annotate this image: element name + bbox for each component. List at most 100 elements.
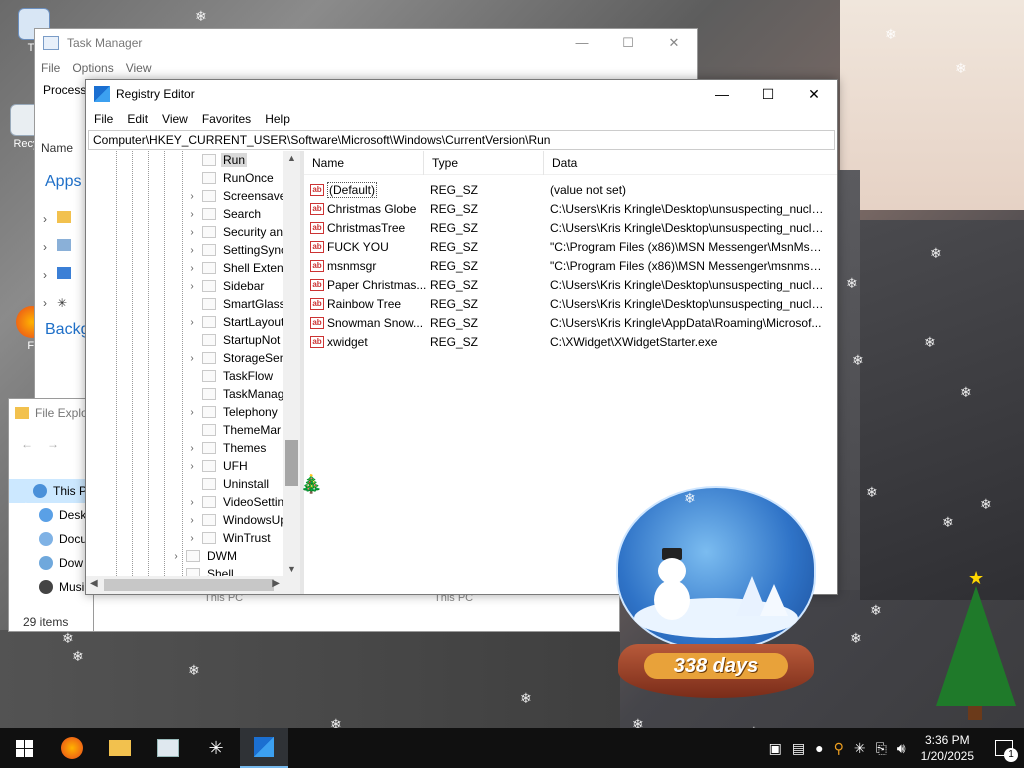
close-button[interactable]: ✕ (791, 80, 837, 108)
taskbar-task-manager[interactable] (144, 728, 192, 768)
scroll-down-icon[interactable]: ▼ (283, 564, 300, 574)
menu-view[interactable]: View (126, 61, 152, 75)
nav-music[interactable]: Musi (9, 575, 93, 599)
registry-value-row[interactable]: ab Snowman Snow... REG_SZ C:\Users\Kris Kri… (304, 313, 837, 332)
expand-chevron-icon[interactable]: › (186, 407, 198, 418)
menu-favorites[interactable]: Favorites (202, 112, 251, 126)
file-explorer-titlebar[interactable]: File Explo (9, 399, 93, 427)
tree-key-row[interactable]: › Screensave (186, 187, 288, 205)
tree-key-row[interactable]: TaskManag (186, 385, 286, 403)
expand-chevron-icon[interactable]: › (186, 227, 198, 238)
registry-value-row[interactable]: ab FUCK YOU REG_SZ "C:\Program Files (x86)\… (304, 237, 837, 256)
close-button[interactable]: ✕ (651, 35, 697, 51)
address-bar[interactable]: Computer\HKEY_CURRENT_USER\Software\Micr… (88, 130, 835, 150)
tree-key-row[interactable]: StartupNot (186, 331, 282, 349)
expand-chevron-icon[interactable]: › (186, 515, 198, 526)
tree-key-row[interactable]: › WinTrust (186, 529, 273, 547)
menu-help[interactable]: Help (265, 112, 290, 126)
expand-chevron-icon[interactable]: › (170, 551, 182, 562)
tree-key-row[interactable]: Uninstall (186, 475, 271, 493)
maximize-button[interactable]: ☐ (605, 35, 651, 51)
expand-chevron-icon[interactable]: › (43, 205, 71, 233)
notification-center-button[interactable]: 1 (984, 728, 1024, 768)
registry-value-row[interactable]: ab Paper Christmas... REG_SZ C:\Users\Kris … (304, 275, 837, 294)
tray-search-icon[interactable]: ⚲ (829, 740, 849, 757)
tree-horizontal-scrollbar[interactable]: ◀ ▶ (86, 576, 300, 594)
network-icon[interactable]: ⎘ (871, 740, 892, 757)
expand-chevron-icon[interactable]: › (186, 191, 198, 202)
christmas-tree-widget[interactable]: ★ (930, 568, 1020, 728)
scroll-left-icon[interactable]: ◀ (90, 578, 98, 589)
registry-editor-titlebar[interactable]: Registry Editor — ☐ ✕ (86, 80, 837, 108)
snow-globe-widget[interactable]: 338 days (614, 486, 818, 700)
start-button[interactable] (0, 728, 48, 768)
tree-vertical-scrollbar[interactable]: ▲ ▼ (283, 151, 300, 576)
tray-drop-icon[interactable]: ● (810, 740, 828, 756)
tree-key-row[interactable]: › UFH (186, 457, 250, 475)
tree-key-row[interactable]: › DWM (170, 547, 239, 565)
tree-key-row[interactable]: › Themes (186, 439, 268, 457)
tree-key-row[interactable]: › StartLayout (186, 313, 286, 331)
tree-key-row[interactable]: RunOnce (186, 169, 276, 187)
tree-key-row[interactable]: › VideoSettin (186, 493, 286, 511)
column-header-data[interactable]: Data (544, 151, 830, 175)
taskbar-firefox[interactable] (48, 728, 96, 768)
expand-chevron-icon[interactable]: › (43, 261, 71, 289)
minimize-button[interactable]: — (559, 35, 605, 51)
nav-downloads[interactable]: Dow (9, 551, 93, 575)
registry-value-row[interactable]: ab xwidget REG_SZ C:\XWidget\XWidgetStarter… (304, 332, 837, 351)
scrollbar-thumb[interactable] (285, 440, 298, 486)
expand-chevron-icon[interactable]: › (186, 245, 198, 256)
volume-icon[interactable]: 🔊︎ (892, 740, 911, 757)
tree-key-row[interactable]: SmartGlass (186, 295, 288, 313)
expand-chevron-icon[interactable]: › (186, 209, 198, 220)
back-arrow-icon[interactable]: ← (21, 437, 33, 451)
expand-chevron-icon[interactable]: › (186, 497, 198, 508)
tree-key-row[interactable]: › WindowsUp (186, 511, 289, 529)
expand-chevron-icon[interactable]: › (186, 461, 198, 472)
tray-printer-icon[interactable]: ▤ (787, 740, 810, 757)
minimize-button[interactable]: — (699, 80, 745, 108)
nav-documents[interactable]: Docu (9, 527, 93, 551)
expand-chevron-icon[interactable]: › (186, 263, 198, 274)
expand-chevron-icon[interactable]: › ✳ (43, 289, 71, 317)
tree-key-row[interactable]: TaskFlow (186, 367, 275, 385)
column-name[interactable]: Name (41, 141, 73, 155)
menu-edit[interactable]: Edit (127, 112, 148, 126)
tree-key-row[interactable]: ThemeMar (186, 421, 283, 439)
taskbar-snowflake-app[interactable]: ✳ (192, 728, 240, 768)
tree-key-row[interactable]: Run (186, 151, 248, 169)
registry-value-row[interactable]: ab msnmsgr REG_SZ "C:\Program Files (x86)\M… (304, 256, 837, 275)
registry-value-row[interactable]: ab ChristmasTree REG_SZ C:\Users\Kris Kring… (304, 218, 837, 237)
scrollbar-thumb[interactable] (104, 579, 274, 591)
tree-key-row[interactable]: › Shell Extens (186, 259, 292, 277)
tree-key-row[interactable]: › StorageSen (186, 349, 288, 367)
clock[interactable]: 3:36 PM 1/20/2025 (911, 732, 984, 764)
task-manager-titlebar[interactable]: Task Manager — ☐ ✕ (35, 29, 697, 57)
menu-file[interactable]: File (94, 112, 113, 126)
tree-key-row[interactable]: › Security an (186, 223, 285, 241)
expand-chevron-icon[interactable]: › (186, 533, 198, 544)
expand-chevron-icon[interactable]: › (186, 353, 198, 364)
expand-chevron-icon[interactable]: › (43, 233, 71, 261)
column-header-type[interactable]: Type (424, 150, 544, 175)
registry-value-row[interactable]: ab (Default) REG_SZ (value not set) (304, 180, 837, 199)
expand-chevron-icon[interactable]: › (186, 443, 198, 454)
tree-key-row[interactable]: › Telephony (186, 403, 280, 421)
menu-options[interactable]: Options (72, 61, 113, 75)
forward-arrow-icon[interactable]: → (47, 437, 59, 451)
tree-key-row[interactable]: › Search (186, 205, 263, 223)
scroll-up-icon[interactable]: ▲ (283, 153, 300, 163)
tray-app-icon[interactable]: ▣ (764, 740, 787, 757)
tray-snowflake-icon[interactable]: ✳ (849, 740, 871, 757)
column-header-name[interactable]: Name (304, 150, 424, 175)
tree-key-row[interactable]: › Sidebar (186, 277, 266, 295)
key-tree[interactable]: Run RunOnce › Screensave › Search › Security an… (86, 151, 304, 594)
scroll-right-icon[interactable]: ▶ (272, 578, 280, 589)
registry-value-row[interactable]: ab Christmas Globe REG_SZ C:\Users\Kris Kri… (304, 199, 837, 218)
registry-value-row[interactable]: ab Rainbow Tree REG_SZ C:\Users\Kris Kringl… (304, 294, 837, 313)
maximize-button[interactable]: ☐ (745, 80, 791, 108)
menu-file[interactable]: File (41, 61, 60, 75)
menu-view[interactable]: View (162, 112, 188, 126)
tree-key-row[interactable]: › SettingSync (186, 241, 289, 259)
